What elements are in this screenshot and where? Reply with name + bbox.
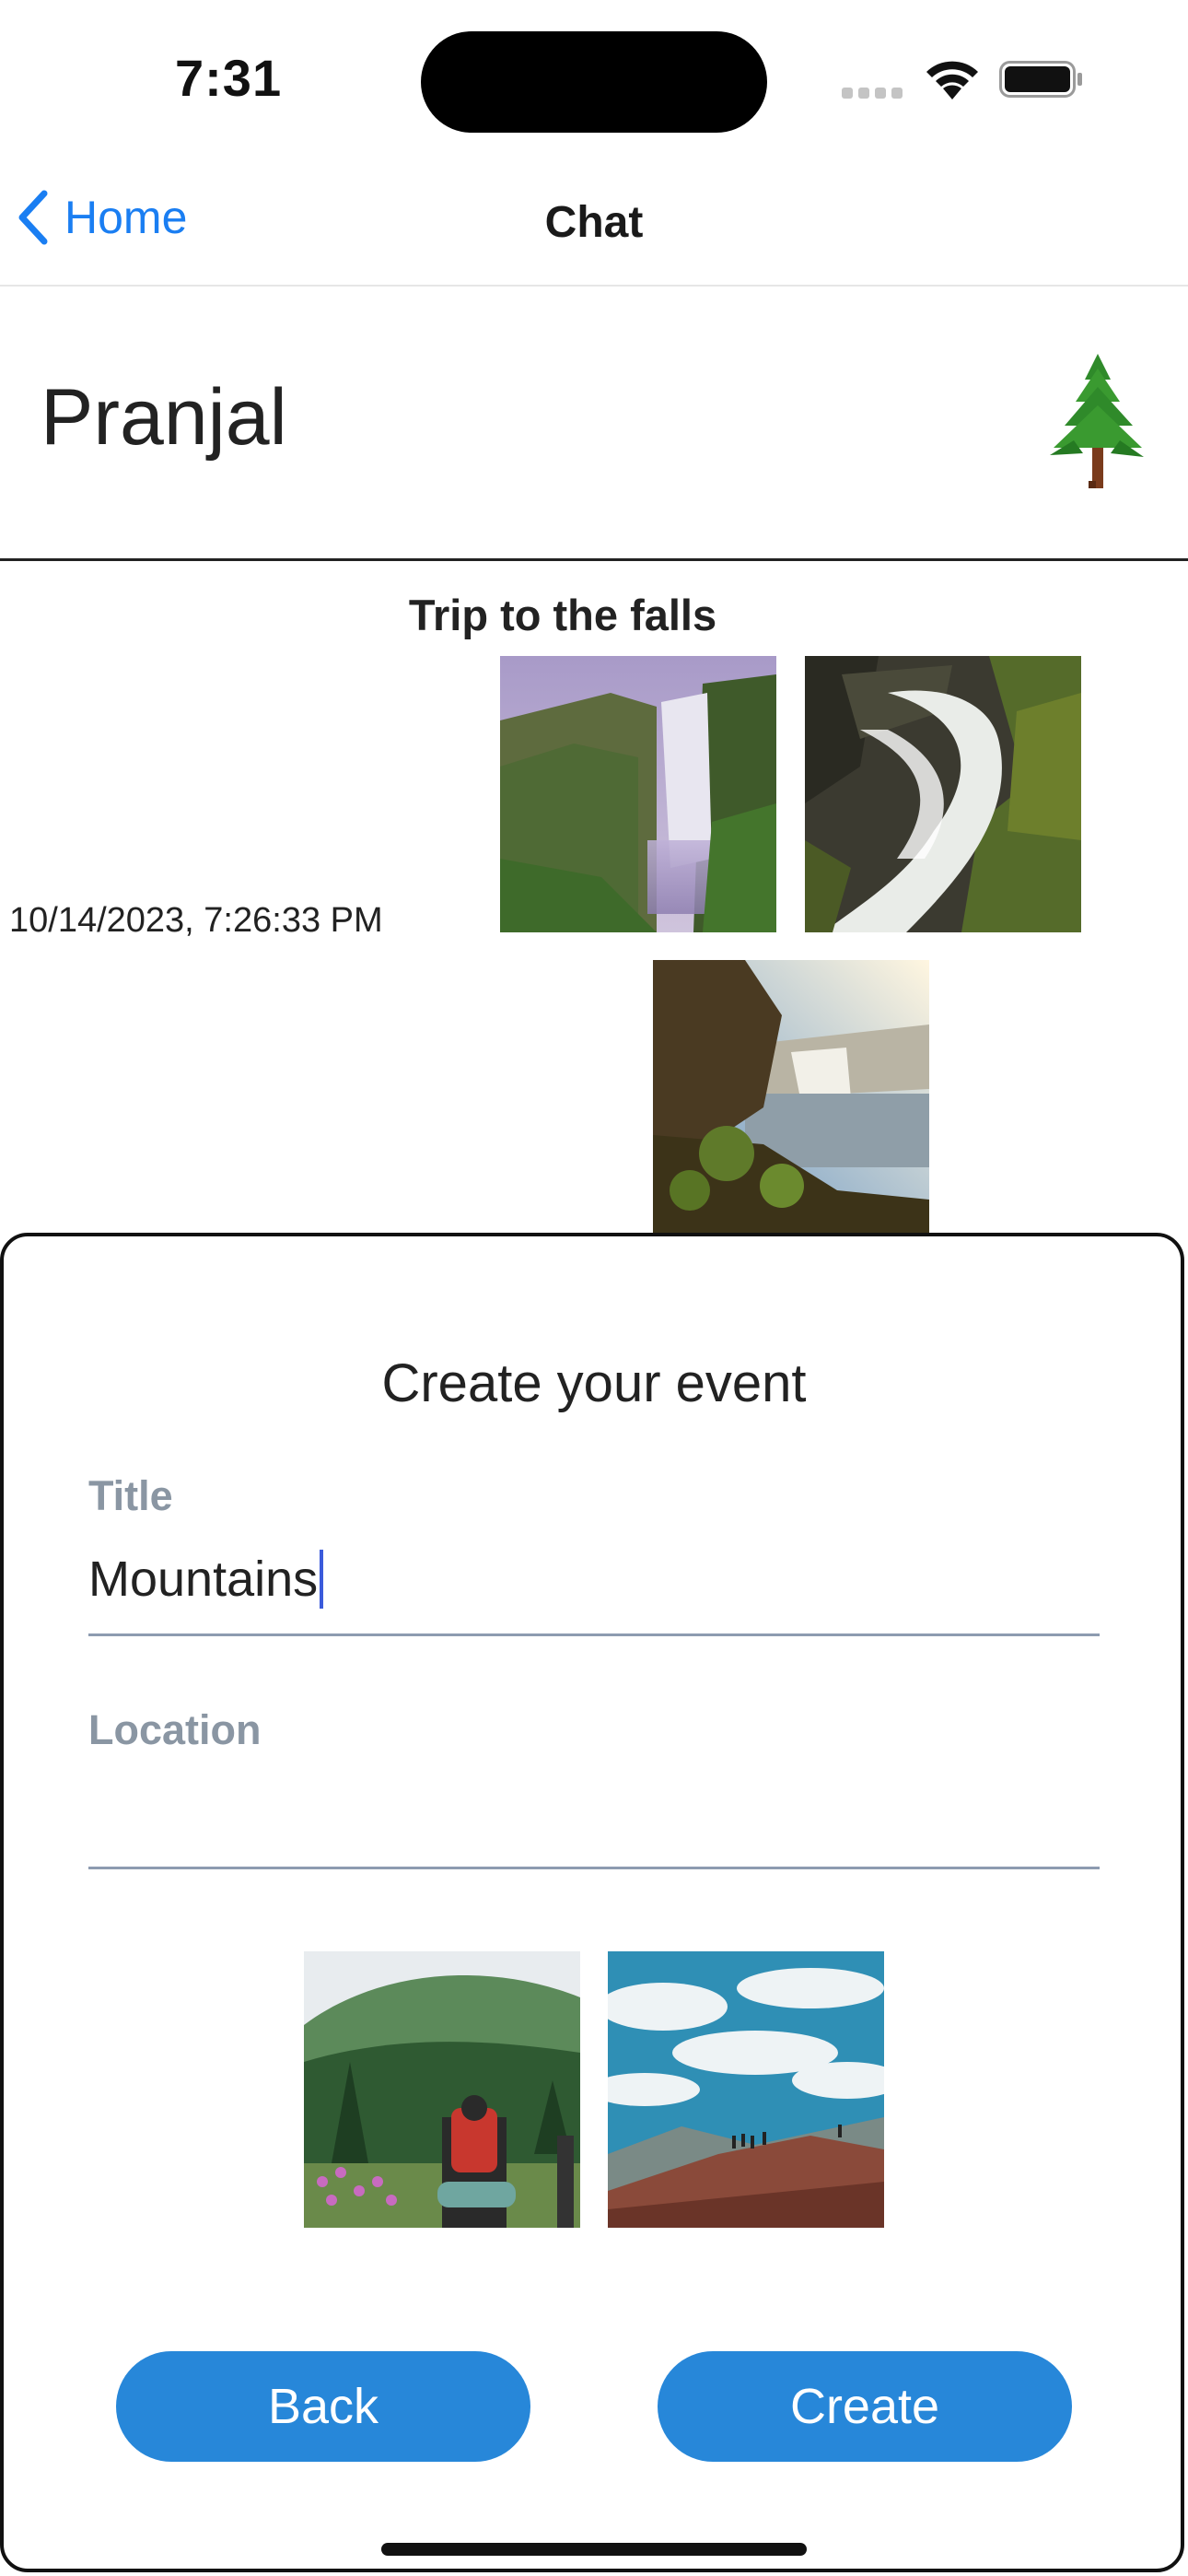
text-cursor	[320, 1550, 324, 1609]
nav-title: Chat	[544, 198, 644, 247]
home-indicator[interactable]	[381, 2543, 807, 2556]
wifi-icon	[926, 61, 978, 100]
title-underline	[88, 1633, 1100, 1636]
location-underline	[88, 1867, 1100, 1869]
post-timestamp: 10/14/2023, 7:26:33 PM	[9, 901, 383, 940]
title-input[interactable]: Mountains	[88, 1550, 324, 1609]
hiker-forest-photo[interactable]	[304, 1951, 580, 2228]
title-value: Mountains	[88, 1551, 319, 1607]
dynamic-island	[421, 31, 767, 133]
waterfall-photo-1[interactable]	[500, 656, 776, 932]
signal-icon	[842, 87, 908, 103]
nav-divider	[0, 285, 1188, 287]
pine-tree-icon	[1050, 354, 1144, 488]
chat-username: Pranjal	[41, 373, 287, 462]
waterfall-photo-3[interactable]	[653, 960, 929, 1233]
location-input[interactable]	[88, 1782, 1100, 1856]
post-title: Trip to the falls	[408, 591, 717, 639]
create-button[interactable]: Create	[658, 2351, 1072, 2462]
waterfall-photo-2[interactable]	[805, 656, 1081, 932]
hikers-ridge-photo[interactable]	[608, 1951, 884, 2228]
status-time: 7:31	[175, 49, 283, 107]
back-button[interactable]: Back	[116, 2351, 530, 2462]
header-divider	[0, 558, 1188, 561]
location-label: Location	[88, 1706, 262, 1753]
modal-heading: Create your event	[381, 1353, 807, 1413]
title-label: Title	[88, 1472, 173, 1519]
battery-icon	[999, 61, 1082, 98]
